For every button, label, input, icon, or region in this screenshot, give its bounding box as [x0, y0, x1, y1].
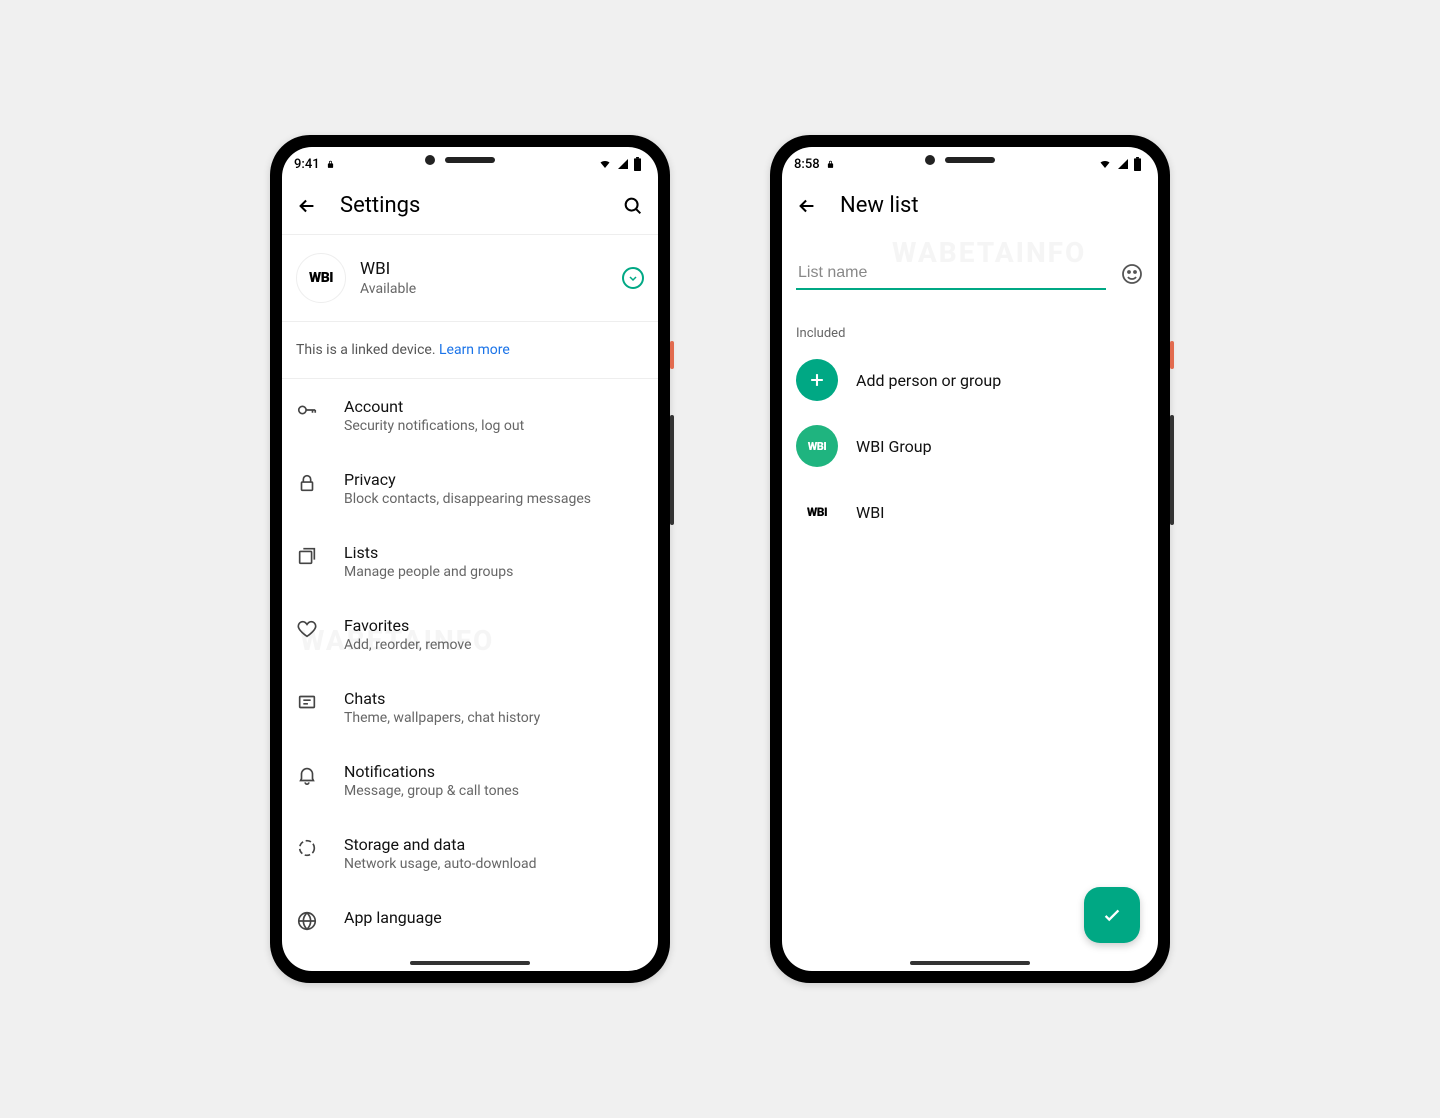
- list-icon: [296, 545, 318, 567]
- lock-mini-icon: [826, 159, 835, 170]
- setting-item-privacy[interactable]: Privacy Block contacts, disappearing mess…: [282, 452, 658, 525]
- battery-icon: [1133, 157, 1142, 171]
- page-title: New list: [840, 193, 1144, 218]
- phone-frame-left: 9:41 Settings WBI WBI Available: [270, 135, 670, 983]
- app-bar: New list: [782, 181, 1158, 234]
- signal-icon: [1116, 158, 1130, 170]
- power-button: [1170, 341, 1174, 369]
- wifi-icon: [597, 158, 613, 170]
- volume-button: [670, 415, 674, 525]
- learn-more-link[interactable]: Learn more: [439, 342, 510, 358]
- profile-name: WBI: [360, 259, 608, 279]
- lock-icon: [296, 472, 318, 494]
- setting-subtitle: Security notifications, log out: [344, 418, 644, 434]
- setting-item-lists[interactable]: Lists Manage people and groups: [282, 525, 658, 598]
- signal-icon: [616, 158, 630, 170]
- setting-item-notifications[interactable]: Notifications Message, group & call tones: [282, 744, 658, 817]
- profile-row[interactable]: WBI WBI Available: [282, 234, 658, 322]
- wifi-icon: [1097, 158, 1113, 170]
- chat-icon: [296, 691, 318, 713]
- nav-indicator: [410, 961, 530, 965]
- battery-icon: [633, 157, 642, 171]
- setting-title: Lists: [344, 543, 644, 562]
- emoji-icon[interactable]: [1120, 262, 1144, 286]
- page-title: Settings: [340, 193, 600, 218]
- status-time: 8:58: [794, 157, 820, 172]
- setting-title: Favorites: [344, 616, 644, 635]
- setting-title: Notifications: [344, 762, 644, 781]
- globe-icon: [296, 910, 318, 932]
- back-icon[interactable]: [296, 195, 318, 217]
- setting-item-chats[interactable]: Chats Theme, wallpapers, chat history: [282, 671, 658, 744]
- check-icon: [1101, 904, 1123, 926]
- linked-device-notice: This is a linked device. Learn more: [282, 322, 658, 379]
- list-name-input[interactable]: [796, 258, 1106, 290]
- setting-title: App language: [344, 908, 644, 927]
- setting-subtitle: Network usage, auto-download: [344, 856, 644, 872]
- lock-mini-icon: [326, 159, 335, 170]
- back-icon[interactable]: [796, 195, 818, 217]
- key-icon: [296, 399, 318, 421]
- status-bar: 8:58: [782, 147, 1158, 181]
- list-item[interactable]: Add person or group: [782, 347, 1158, 413]
- screen-left: 9:41 Settings WBI WBI Available: [282, 147, 658, 971]
- setting-subtitle: Theme, wallpapers, chat history: [344, 710, 644, 726]
- profile-status: Available: [360, 281, 608, 297]
- heart-icon: [296, 618, 318, 640]
- check-circle-icon: [622, 267, 644, 289]
- section-label: Included: [782, 298, 1158, 347]
- nav-indicator: [910, 961, 1030, 965]
- setting-title: Privacy: [344, 470, 644, 489]
- phone-frame-right: 8:58 New list WABETAINFO Included Add pe…: [770, 135, 1170, 983]
- status-time: 9:41: [294, 157, 320, 172]
- setting-item-storage-and-data[interactable]: Storage and data Network usage, auto-down…: [282, 817, 658, 890]
- confirm-fab[interactable]: [1084, 887, 1140, 943]
- setting-item-account[interactable]: Account Security notifications, log out: [282, 379, 658, 452]
- setting-subtitle: Block contacts, disappearing messages: [344, 491, 644, 507]
- profile-avatar: WBI: [296, 253, 346, 303]
- search-icon[interactable]: [622, 195, 644, 217]
- linked-text: This is a linked device.: [296, 342, 439, 358]
- setting-subtitle: Add, reorder, remove: [344, 637, 644, 653]
- list-item-label: WBI: [856, 503, 885, 522]
- setting-item-app-language[interactable]: App language: [282, 890, 658, 950]
- volume-button: [1170, 415, 1174, 525]
- list-item-label: Add person or group: [856, 371, 1001, 390]
- power-button: [670, 341, 674, 369]
- list-item[interactable]: WBI WBI Group: [782, 413, 1158, 479]
- list-item-label: WBI Group: [856, 437, 932, 456]
- setting-subtitle: Message, group & call tones: [344, 783, 644, 799]
- setting-title: Chats: [344, 689, 644, 708]
- group-avatar: WBI: [796, 425, 838, 467]
- bell-icon: [296, 764, 318, 786]
- screen-right: 8:58 New list WABETAINFO Included Add pe…: [782, 147, 1158, 971]
- status-bar: 9:41: [282, 147, 658, 181]
- contact-avatar: WBI: [796, 491, 838, 533]
- setting-title: Storage and data: [344, 835, 644, 854]
- app-bar: Settings: [282, 181, 658, 234]
- setting-item-favorites[interactable]: Favorites Add, reorder, remove: [282, 598, 658, 671]
- list-item[interactable]: WBI WBI: [782, 479, 1158, 545]
- setting-title: Account: [344, 397, 644, 416]
- setting-subtitle: Manage people and groups: [344, 564, 644, 580]
- storage-icon: [296, 837, 318, 859]
- input-row: [782, 234, 1158, 298]
- plus-icon: [796, 359, 838, 401]
